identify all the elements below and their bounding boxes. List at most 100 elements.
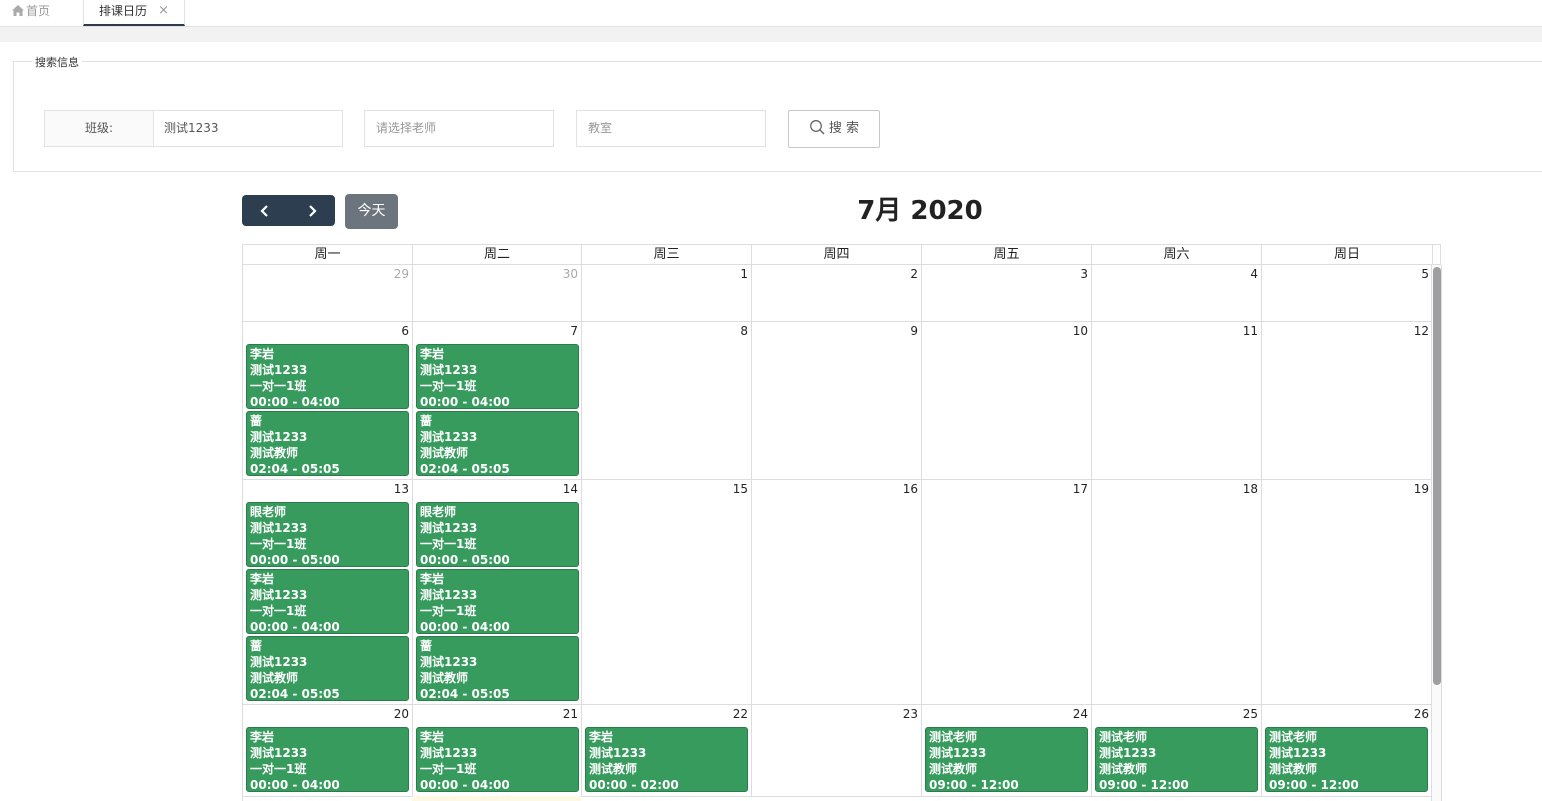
day-number[interactable]: 4: [1250, 267, 1258, 281]
day-number[interactable]: 19: [1414, 482, 1429, 496]
day-number[interactable]: 29: [394, 267, 409, 281]
calendar-event[interactable]: 眼老师 测试1233 一对一1班 00:00 - 05:00: [246, 502, 409, 567]
classroom-placeholder: 教室: [588, 121, 613, 135]
prev-month-button[interactable]: [242, 195, 288, 226]
day-cell[interactable]: 12: [1261, 322, 1432, 479]
day-cell[interactable]: 30: [412, 265, 581, 321]
day-number[interactable]: 17: [1073, 482, 1088, 496]
event-time: 09:00 - 12:00: [929, 778, 1019, 792]
teacher-select[interactable]: 请选择老师: [364, 110, 554, 147]
day-number[interactable]: 24: [1073, 707, 1088, 721]
day-number[interactable]: 12: [1414, 324, 1429, 338]
event-class: 测试1233: [1099, 746, 1157, 760]
calendar-event[interactable]: 李岩 测试1233 一对一1班 00:00 - 04:00: [246, 569, 409, 634]
day-number[interactable]: 2: [910, 267, 918, 281]
event-teacher: 测试老师: [929, 730, 978, 744]
day-cell[interactable]: 7 李岩 测试1233 一对一1班 00:00 - 04:00 蔷测试1233 测试教师 02…: [412, 322, 581, 479]
day-number[interactable]: 3: [1080, 267, 1088, 281]
day-cell[interactable]: 17: [921, 480, 1091, 704]
teacher-placeholder: 请选择老师: [376, 121, 437, 135]
day-number[interactable]: 14: [563, 482, 578, 496]
calendar-event[interactable]: 李岩 测试1233 一对一1班 00:00 - 04:00: [246, 344, 409, 409]
day-cell[interactable]: 3: [921, 265, 1091, 321]
day-number[interactable]: 23: [903, 707, 918, 721]
day-cell[interactable]: 10: [921, 322, 1091, 479]
day-cell[interactable]: 24 测试老师 测试1233 测试教师 09:00 - 12:00: [921, 705, 1091, 796]
day-cell[interactable]: 4: [1091, 265, 1261, 321]
calendar-event[interactable]: 蔷测试1233 测试教师 02:04 - 05:05: [416, 636, 579, 701]
next-month-button[interactable]: [289, 195, 335, 226]
event-teacher: 眼老师: [420, 505, 457, 519]
day-cell[interactable]: 2: [751, 265, 921, 321]
day-cell[interactable]: 22 李岩 测试1233 测试教师 00:00 - 02:00: [581, 705, 751, 796]
tab-home[interactable]: 首页: [12, 0, 82, 26]
day-number[interactable]: 13: [394, 482, 409, 496]
day-number[interactable]: 1: [740, 267, 748, 281]
event-course: 一对一1班: [420, 537, 477, 551]
day-cell[interactable]: 19: [1261, 480, 1432, 704]
day-cell[interactable]: 8: [581, 322, 751, 479]
day-number[interactable]: 10: [1073, 324, 1088, 338]
calendar-event[interactable]: 李岩 测试1233 测试教师 00:00 - 02:00: [585, 727, 748, 792]
calendar-event[interactable]: 蔷测试1233 测试教师 02:04 - 05:05: [416, 411, 579, 476]
day-cell[interactable]: 1: [581, 265, 751, 321]
search-legend: 搜索信息: [32, 54, 82, 70]
day-cell[interactable]: 18: [1091, 480, 1261, 704]
day-number[interactable]: 16: [903, 482, 918, 496]
calendar-event[interactable]: 李岩 测试1233 一对一1班 00:00 - 04:00: [416, 727, 579, 792]
day-cell[interactable]: 23: [751, 705, 921, 796]
event-time: 02:04 - 05:05: [250, 462, 340, 476]
day-cell[interactable]: 29: [242, 265, 412, 321]
scrollbar-thumb[interactable]: [1433, 267, 1441, 685]
day-number[interactable]: 25: [1243, 707, 1258, 721]
day-number[interactable]: 7: [570, 324, 578, 338]
classroom-input[interactable]: 教室: [576, 110, 766, 147]
day-number[interactable]: 9: [910, 324, 918, 338]
day-number[interactable]: 15: [733, 482, 748, 496]
tab-schedule-calendar[interactable]: 排课日历 ×: [83, 0, 185, 26]
day-cell[interactable]: 21 李岩 测试1233 一对一1班 00:00 - 04:00: [412, 705, 581, 796]
day-number[interactable]: 22: [733, 707, 748, 721]
day-cell[interactable]: 25 测试老师 测试1233 测试教师 09:00 - 12:00: [1091, 705, 1261, 796]
day-number[interactable]: 21: [563, 707, 578, 721]
day-cell[interactable]: 6 李岩 测试1233 一对一1班 00:00 - 04:00 蔷测试1233 测试教师 02…: [242, 322, 412, 479]
calendar-event[interactable]: 李岩 测试1233 一对一1班 00:00 - 04:00: [246, 727, 409, 792]
event-time: 00:00 - 04:00: [420, 395, 510, 409]
day-cell[interactable]: 20 李岩 测试1233 一对一1班 00:00 - 04:00: [242, 705, 412, 796]
class-select-value[interactable]: 测试1233: [164, 111, 219, 146]
day-cell[interactable]: 14 眼老师 测试1233 一对一1班 00:00 - 05:00 李岩 测试1233 一对一…: [412, 480, 581, 704]
day-cell[interactable]: 15: [581, 480, 751, 704]
day-cell[interactable]: 16: [751, 480, 921, 704]
day-cell[interactable]: 26 测试老师 测试1233 测试教师 09:00 - 12:00: [1261, 705, 1432, 796]
day-number[interactable]: 26: [1414, 707, 1429, 721]
today-button[interactable]: 今天: [345, 194, 398, 229]
calendar-event[interactable]: 李岩 测试1233 一对一1班 00:00 - 04:00: [416, 569, 579, 634]
day-number[interactable]: 11: [1243, 324, 1258, 338]
day-number[interactable]: 30: [563, 267, 578, 281]
day-cell[interactable]: 13 眼老师 测试1233 一对一1班 00:00 - 05:00 李岩 测试1233 一对一…: [242, 480, 412, 704]
class-field[interactable]: 班级: 测试1233: [44, 110, 343, 147]
close-icon[interactable]: ×: [158, 0, 169, 22]
event-class: 测试1233: [420, 363, 478, 377]
calendar-event[interactable]: 蔷测试1233 测试教师 02:04 - 05:05: [246, 636, 409, 701]
calendar-event[interactable]: 测试老师 测试1233 测试教师 09:00 - 12:00: [1095, 727, 1258, 792]
day-number[interactable]: 20: [394, 707, 409, 721]
day-number[interactable]: 5: [1421, 267, 1429, 281]
event-course: 测试教师: [250, 671, 299, 685]
day-number[interactable]: 18: [1243, 482, 1258, 496]
calendar-event[interactable]: 李岩 测试1233 一对一1班 00:00 - 04:00: [416, 344, 579, 409]
day-cell[interactable]: 5: [1261, 265, 1432, 321]
calendar-event[interactable]: 蔷测试1233 测试教师 02:04 - 05:05: [246, 411, 409, 476]
day-number[interactable]: 6: [401, 324, 409, 338]
day-cell[interactable]: 11: [1091, 322, 1261, 479]
day-cell[interactable]: 9: [751, 322, 921, 479]
search-button[interactable]: 搜 索: [788, 110, 880, 148]
event-teacher: 蔷: [420, 414, 433, 428]
month-grid: 29 30 1 2 3 4 5 6 李岩 测试1233 一对一1班 00:00 - 04:00 蔷测试1…: [242, 265, 1432, 801]
weekday-label: 周六: [1092, 245, 1262, 265]
calendar-event[interactable]: 眼老师 测试1233 一对一1班 00:00 - 05:00: [416, 502, 579, 567]
calendar-event[interactable]: 测试老师 测试1233 测试教师 09:00 - 12:00: [1265, 727, 1428, 792]
calendar-event[interactable]: 测试老师 测试1233 测试教师 09:00 - 12:00: [925, 727, 1088, 792]
calendar-title: 7月 2020: [857, 196, 983, 226]
day-number[interactable]: 8: [740, 324, 748, 338]
